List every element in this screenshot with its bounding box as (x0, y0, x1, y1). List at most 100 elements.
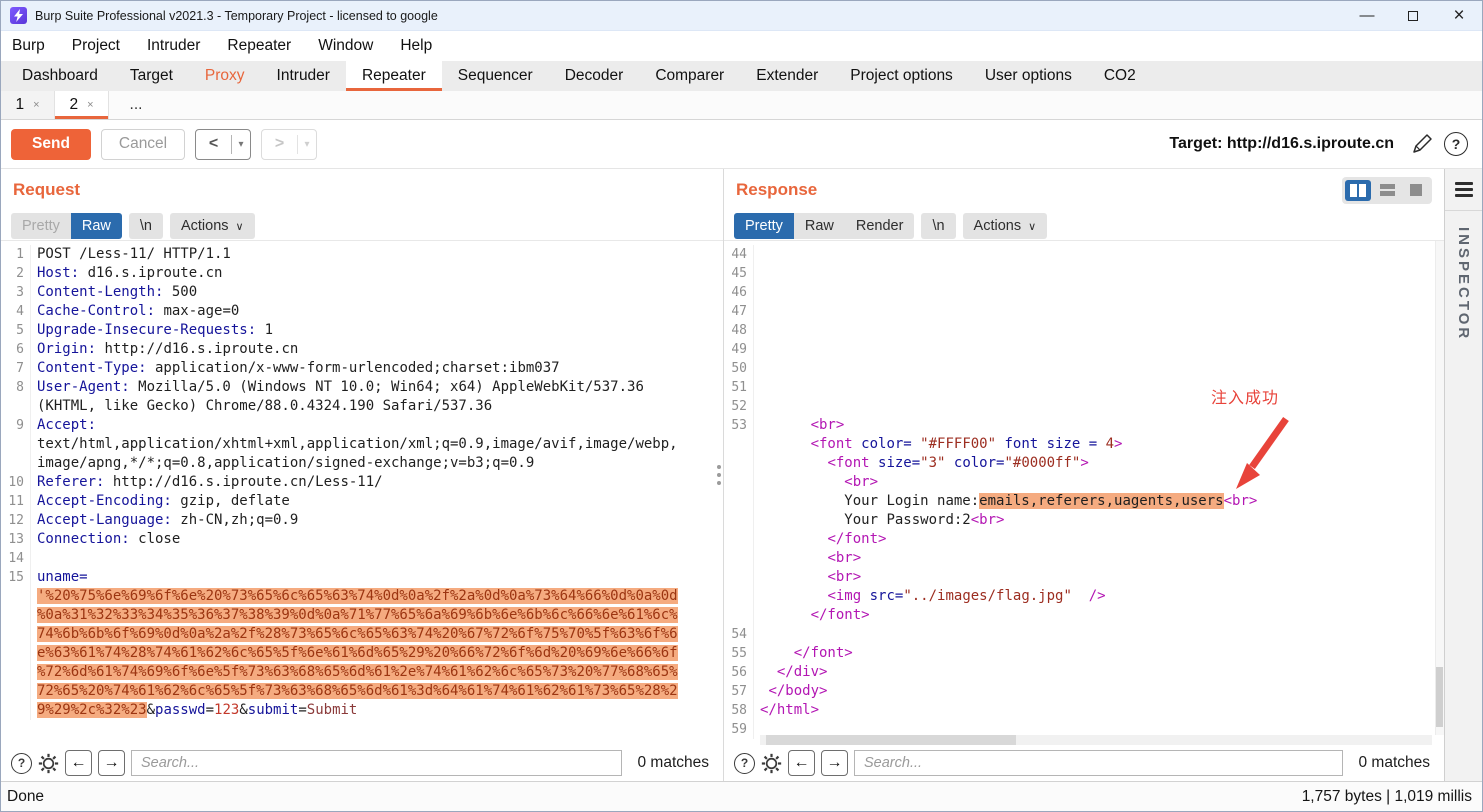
close-tab-icon[interactable]: × (87, 99, 93, 111)
target-help-icon[interactable]: ? (1444, 132, 1468, 156)
menu-help[interactable]: Help (400, 37, 432, 55)
forward-dropdown-icon[interactable]: ▾ (298, 139, 316, 150)
back-dropdown-icon[interactable]: ▾ (232, 139, 250, 150)
view-tab-raw[interactable]: Raw (71, 213, 122, 239)
line-number (1, 644, 31, 663)
tab-intruder[interactable]: Intruder (261, 61, 346, 91)
response-vertical-scrollbar[interactable] (1435, 241, 1444, 735)
maximize-button[interactable] (1390, 1, 1436, 30)
tab-extender[interactable]: Extender (740, 61, 834, 91)
code-text: Your Login name:emails,referers,uagents,… (760, 492, 1257, 511)
layout-single-icon[interactable] (1403, 180, 1429, 201)
search-settings-icon[interactable] (38, 753, 59, 774)
search-help-icon[interactable]: ? (11, 753, 32, 774)
view-tab-group: PrettyRawRender (734, 213, 914, 239)
response-search-input[interactable] (854, 750, 1343, 776)
response-horizontal-scrollbar[interactable] (760, 735, 1432, 745)
view-tab-render[interactable]: Render (845, 213, 915, 239)
line-number (724, 549, 754, 568)
code-line: image/apng,*/*;q=0.8,application/signed-… (1, 454, 723, 473)
request-view-tabs: Pretty Raw \n Actions∨ (1, 211, 723, 241)
code-line: 10Referer: http://d16.s.iproute.cn/Less-… (1, 473, 723, 492)
workspace: Request PrettyRaw\nActions∨ 1POST /Less-… (1, 168, 1482, 781)
code-line: (KHTML, like Gecko) Chrome/88.0.4324.190… (1, 397, 723, 416)
line-number (724, 530, 754, 549)
line-number: 13 (1, 530, 31, 549)
repeater-tab-2[interactable]: 2× (55, 91, 109, 119)
status-text: Done (7, 788, 44, 806)
tab-comparer[interactable]: Comparer (639, 61, 740, 91)
request-editor[interactable]: 1POST /Less-11/ HTTP/1.12Host: d16.s.ipr… (1, 241, 723, 745)
code-text: Connection: close (37, 530, 180, 549)
inspector-label[interactable]: INSPECTOR (1455, 227, 1472, 341)
tab-target[interactable]: Target (114, 61, 189, 91)
code-line: <font size="3" color="#0000ff"> (724, 454, 1444, 473)
maximize-icon (1408, 11, 1418, 21)
request-search-bar: ? ← → 0 matches (1, 745, 723, 781)
code-line: Your Password:2<br> (724, 511, 1444, 530)
tab-repeater[interactable]: Repeater (346, 61, 442, 91)
search-prev-button[interactable]: ← (65, 750, 92, 776)
forward-request-button[interactable]: > ▾ (261, 129, 317, 160)
view-tab-n[interactable]: \n (921, 213, 955, 239)
view-tab-pretty[interactable]: Pretty (11, 213, 71, 239)
search-next-button[interactable]: → (821, 750, 848, 776)
minimize-button[interactable]: — (1344, 1, 1390, 30)
tab-decoder[interactable]: Decoder (549, 61, 640, 91)
new-tab-button[interactable]: ... (109, 91, 163, 119)
tab-proxy[interactable]: Proxy (189, 61, 261, 91)
code-line: text/html,application/xhtml+xml,applicat… (1, 435, 723, 454)
code-line: 46 (724, 283, 1444, 302)
menu-window[interactable]: Window (318, 37, 373, 55)
code-line: 3Content-Length: 500 (1, 283, 723, 302)
search-settings-icon[interactable] (761, 753, 782, 774)
code-line: 54 (724, 625, 1444, 644)
search-next-button[interactable]: → (98, 750, 125, 776)
code-line: 4Cache-Control: max-age=0 (1, 302, 723, 321)
tab-user-options[interactable]: User options (969, 61, 1088, 91)
inspector-toggle[interactable] (1445, 169, 1482, 211)
code-text: Referer: http://d16.s.iproute.cn/Less-11… (37, 473, 383, 492)
view-tab-label: Raw (82, 218, 111, 234)
menu-repeater[interactable]: Repeater (227, 37, 291, 55)
code-text: Content-Length: 500 (37, 283, 197, 302)
view-tab-pretty[interactable]: Pretty (734, 213, 794, 239)
code-line: Your Login name:emails,referers,uagents,… (724, 492, 1444, 511)
view-tab-n[interactable]: \n (129, 213, 163, 239)
layout-rows-icon[interactable] (1374, 180, 1400, 201)
menu-intruder[interactable]: Intruder (147, 37, 200, 55)
panel-divider-handle[interactable] (717, 465, 721, 485)
code-text: Content-Type: application/x-www-form-url… (37, 359, 560, 378)
code-text: '%20%75%6e%69%6f%6e%20%73%65%6c%65%63%74… (37, 587, 678, 606)
line-number (1, 454, 31, 473)
search-help-icon[interactable]: ? (734, 753, 755, 774)
response-editor[interactable]: 44454647484950515253 <br> <font color= "… (724, 241, 1444, 745)
response-view-tabs: PrettyRawRender\nActions∨ (724, 211, 1444, 241)
view-tab-actions[interactable]: Actions∨ (963, 213, 1048, 239)
tab-dashboard[interactable]: Dashboard (6, 61, 114, 91)
repeater-tab-1[interactable]: 1× (1, 91, 55, 119)
menu-burp[interactable]: Burp (12, 37, 45, 55)
menu-project[interactable]: Project (72, 37, 120, 55)
send-button[interactable]: Send (11, 129, 91, 160)
line-number: 9 (1, 416, 31, 435)
view-tab-actions[interactable]: Actions∨ (170, 213, 255, 239)
request-search-input[interactable] (131, 750, 622, 776)
tab-co2[interactable]: CO2 (1088, 61, 1152, 91)
close-tab-icon[interactable]: × (33, 99, 39, 111)
title-bar: Burp Suite Professional v2021.3 - Tempor… (1, 1, 1482, 31)
layout-columns-icon[interactable] (1345, 180, 1371, 201)
red-arrow-annotation (1222, 413, 1302, 501)
tab-project-options[interactable]: Project options (834, 61, 969, 91)
cancel-button[interactable]: Cancel (101, 129, 185, 160)
view-tab-raw[interactable]: Raw (794, 213, 845, 239)
code-text: text/html,application/xhtml+xml,applicat… (37, 435, 678, 454)
code-line: 11Accept-Encoding: gzip, deflate (1, 492, 723, 511)
edit-target-icon[interactable] (1410, 132, 1434, 156)
back-request-button[interactable]: < ▾ (195, 129, 251, 160)
tab-sequencer[interactable]: Sequencer (442, 61, 549, 91)
code-line: '%20%75%6e%69%6f%6e%20%73%65%6c%65%63%74… (1, 587, 723, 606)
line-number: 55 (724, 644, 754, 663)
close-button[interactable]: × (1436, 1, 1482, 30)
search-prev-button[interactable]: ← (788, 750, 815, 776)
